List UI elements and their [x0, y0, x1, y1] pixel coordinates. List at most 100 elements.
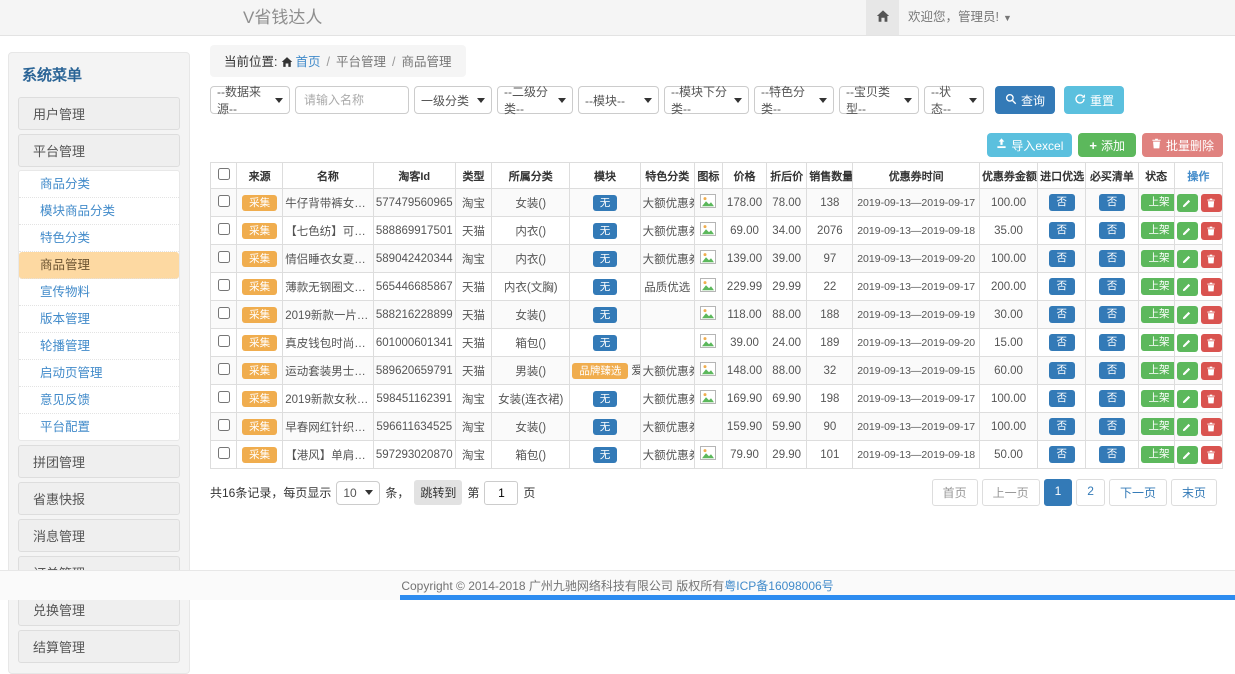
- page-button-4[interactable]: 下一页: [1109, 479, 1167, 506]
- delete-button[interactable]: [1201, 222, 1222, 240]
- sidebar-item-11[interactable]: 平台配置: [19, 414, 179, 440]
- filter-select-0[interactable]: --数据来源--: [210, 86, 290, 114]
- per-page-select[interactable]: 10: [336, 481, 380, 505]
- edit-button[interactable]: [1177, 362, 1198, 380]
- home-button[interactable]: [866, 0, 899, 35]
- sidebar-item-active[interactable]: 商品管理: [19, 252, 179, 279]
- must-buy-toggle[interactable]: 否: [1099, 418, 1126, 435]
- sidebar-item-3[interactable]: 模块商品分类: [19, 198, 179, 225]
- edit-button[interactable]: [1177, 222, 1198, 240]
- edit-button[interactable]: [1177, 334, 1198, 352]
- status-toggle[interactable]: 上架: [1141, 418, 1175, 435]
- sidebar-group-0[interactable]: 用户管理: [18, 97, 180, 130]
- page-button-1[interactable]: 上一页: [982, 479, 1040, 506]
- status-toggle[interactable]: 上架: [1141, 362, 1175, 379]
- search-button[interactable]: 查询: [995, 86, 1055, 114]
- filter-select-7[interactable]: --宝贝类型--: [839, 86, 919, 114]
- row-checkbox[interactable]: [218, 195, 230, 207]
- row-checkbox[interactable]: [218, 251, 230, 263]
- page-number-input[interactable]: [484, 481, 518, 505]
- sidebar-item-8[interactable]: 轮播管理: [19, 333, 179, 360]
- row-checkbox[interactable]: [218, 391, 230, 403]
- sidebar-group-14[interactable]: 消息管理: [18, 519, 180, 552]
- filter-select-4[interactable]: --模块--: [578, 86, 659, 114]
- import-select-toggle[interactable]: 否: [1049, 390, 1076, 407]
- must-buy-toggle[interactable]: 否: [1099, 390, 1126, 407]
- edit-button[interactable]: [1177, 390, 1198, 408]
- sidebar-item-4[interactable]: 特色分类: [19, 225, 179, 252]
- edit-button[interactable]: [1177, 306, 1198, 324]
- select-all-checkbox[interactable]: [218, 168, 230, 180]
- sidebar-group-12[interactable]: 拼团管理: [18, 445, 180, 478]
- status-toggle[interactable]: 上架: [1141, 222, 1175, 239]
- sidebar-item-2[interactable]: 商品分类: [19, 171, 179, 198]
- import-select-toggle[interactable]: 否: [1049, 362, 1076, 379]
- breadcrumb-home-link[interactable]: 首页: [295, 55, 320, 69]
- sidebar-group-17[interactable]: 结算管理: [18, 630, 180, 663]
- user-menu[interactable]: 欢迎您，管理员!▼: [908, 0, 1012, 36]
- edit-button[interactable]: [1177, 446, 1198, 464]
- row-checkbox[interactable]: [218, 335, 230, 347]
- filter-select-5[interactable]: --模块下分类--: [664, 86, 749, 114]
- delete-button[interactable]: [1201, 446, 1222, 464]
- edit-button[interactable]: [1177, 278, 1198, 296]
- edit-button[interactable]: [1177, 194, 1198, 212]
- sidebar-group-13[interactable]: 省惠快报: [18, 482, 180, 515]
- status-toggle[interactable]: 上架: [1141, 250, 1175, 267]
- must-buy-toggle[interactable]: 否: [1099, 278, 1126, 295]
- import-select-toggle[interactable]: 否: [1049, 446, 1076, 463]
- row-checkbox[interactable]: [218, 279, 230, 291]
- add-button[interactable]: + 添加: [1078, 133, 1136, 157]
- delete-button[interactable]: [1201, 334, 1222, 352]
- sidebar-item-9[interactable]: 启动页管理: [19, 360, 179, 387]
- filter-select-3[interactable]: --二级分类--: [497, 86, 573, 114]
- sidebar-item-7[interactable]: 版本管理: [19, 306, 179, 333]
- import-select-toggle[interactable]: 否: [1049, 306, 1076, 323]
- import-select-toggle[interactable]: 否: [1049, 334, 1076, 351]
- must-buy-toggle[interactable]: 否: [1099, 222, 1126, 239]
- filter-select-2[interactable]: 一级分类: [414, 86, 492, 114]
- reset-button[interactable]: 重置: [1064, 86, 1124, 114]
- sidebar-item-6[interactable]: 宣传物料: [19, 279, 179, 306]
- page-button-0[interactable]: 首页: [932, 479, 978, 506]
- import-select-toggle[interactable]: 否: [1049, 222, 1076, 239]
- row-checkbox[interactable]: [218, 363, 230, 375]
- must-buy-toggle[interactable]: 否: [1099, 362, 1126, 379]
- batch-delete-button[interactable]: 批量删除: [1142, 133, 1223, 157]
- status-toggle[interactable]: 上架: [1141, 194, 1175, 211]
- page-button-2[interactable]: 1: [1044, 479, 1073, 506]
- delete-button[interactable]: [1201, 250, 1222, 268]
- page-button-5[interactable]: 末页: [1171, 479, 1217, 506]
- sidebar-item-10[interactable]: 意见反馈: [19, 387, 179, 414]
- must-buy-toggle[interactable]: 否: [1099, 250, 1126, 267]
- delete-button[interactable]: [1201, 278, 1222, 296]
- filter-select-6[interactable]: --特色分类--: [754, 86, 834, 114]
- delete-button[interactable]: [1201, 390, 1222, 408]
- status-toggle[interactable]: 上架: [1141, 334, 1175, 351]
- status-toggle[interactable]: 上架: [1141, 306, 1175, 323]
- status-toggle[interactable]: 上架: [1141, 278, 1175, 295]
- row-checkbox[interactable]: [218, 307, 230, 319]
- edit-button[interactable]: [1177, 418, 1198, 436]
- jump-button[interactable]: 跳转到: [414, 480, 462, 505]
- icp-link[interactable]: 粤ICP备16098006号: [724, 579, 833, 593]
- row-checkbox[interactable]: [218, 447, 230, 459]
- delete-button[interactable]: [1201, 194, 1222, 212]
- import-select-toggle[interactable]: 否: [1049, 278, 1076, 295]
- import-select-toggle[interactable]: 否: [1049, 250, 1076, 267]
- name-search-input[interactable]: [295, 86, 409, 114]
- delete-button[interactable]: [1201, 362, 1222, 380]
- must-buy-toggle[interactable]: 否: [1099, 446, 1126, 463]
- filter-select-8[interactable]: --状态--: [924, 86, 984, 114]
- row-checkbox[interactable]: [218, 419, 230, 431]
- import-excel-button[interactable]: 导入excel: [987, 133, 1072, 157]
- delete-button[interactable]: [1201, 306, 1222, 324]
- delete-button[interactable]: [1201, 418, 1222, 436]
- row-checkbox[interactable]: [218, 223, 230, 235]
- edit-button[interactable]: [1177, 250, 1198, 268]
- page-button-3[interactable]: 2: [1076, 479, 1105, 506]
- import-select-toggle[interactable]: 否: [1049, 418, 1076, 435]
- status-toggle[interactable]: 上架: [1141, 390, 1175, 407]
- must-buy-toggle[interactable]: 否: [1099, 194, 1126, 211]
- sidebar-group-1[interactable]: 平台管理: [18, 134, 180, 167]
